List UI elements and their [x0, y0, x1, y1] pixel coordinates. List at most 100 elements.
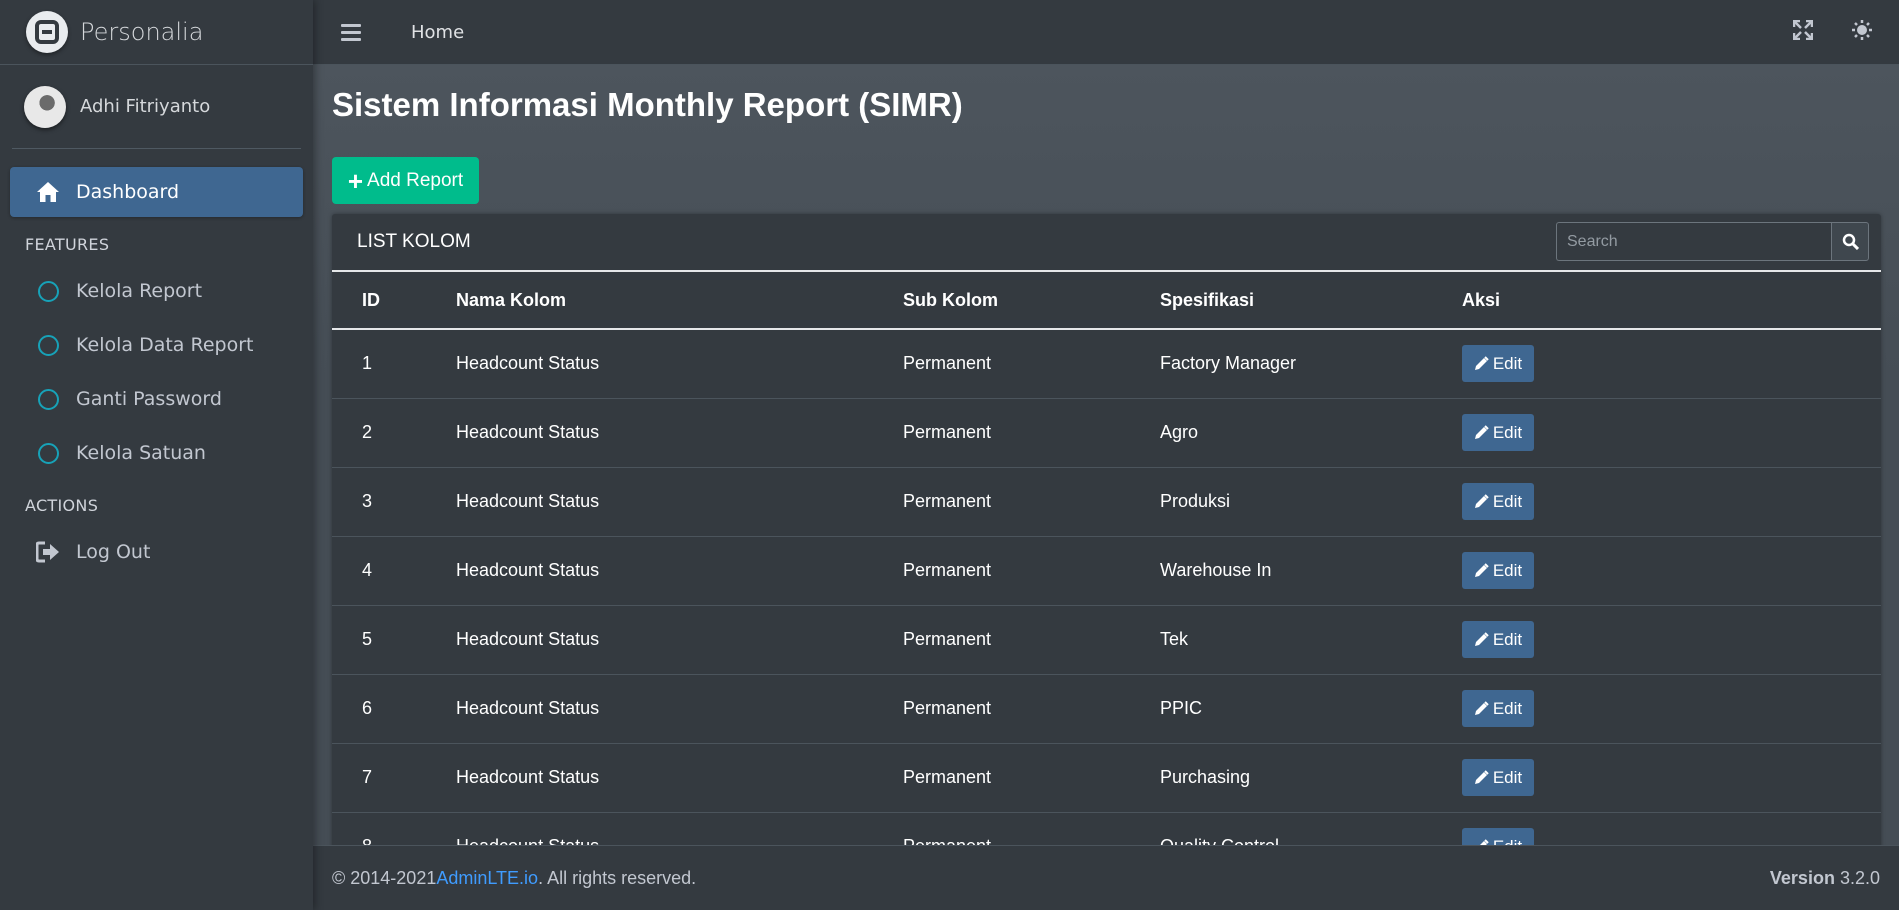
- nav-header-features: FEATURES: [25, 235, 110, 254]
- sidebar-item-kelola-report[interactable]: Kelola Report: [10, 266, 303, 316]
- cell-id: 5: [332, 605, 426, 675]
- fullscreen-icon[interactable]: [1792, 19, 1814, 46]
- edit-button[interactable]: Edit: [1462, 690, 1534, 727]
- cell-spesifikasi: Factory Manager: [1130, 329, 1432, 399]
- data-table: ID Nama Kolom Sub Kolom Spesifikasi Aksi…: [332, 272, 1881, 845]
- cell-aksi: Edit: [1432, 812, 1881, 845]
- cell-nama-kolom: Headcount Status: [426, 329, 873, 399]
- card-title: LIST KOLOM: [357, 231, 471, 252]
- sidebar-item-label: Kelola Data Report: [76, 334, 254, 356]
- sidebar: Personalia Adhi Fitriyanto Dashboard FEA…: [0, 0, 313, 910]
- edit-label: Edit: [1492, 560, 1523, 580]
- plus-icon: +: [347, 165, 364, 196]
- cell-nama-kolom: Headcount Status: [426, 674, 873, 744]
- sidebar-item-label: Ganti Password: [76, 388, 222, 410]
- table-row: 2 Headcount Status Permanent Agro Edit: [332, 398, 1881, 468]
- add-report-label: Add Report: [367, 169, 464, 191]
- theme-toggle-icon[interactable]: [1851, 19, 1873, 47]
- version-info: Version 3.2.0: [1770, 868, 1880, 889]
- cell-aksi: Edit: [1432, 329, 1881, 399]
- add-report-button[interactable]: + Add Report: [332, 157, 479, 204]
- cell-nama-kolom: Headcount Status: [426, 605, 873, 675]
- edit-button[interactable]: Edit: [1462, 759, 1534, 796]
- edit-label: Edit: [1492, 767, 1523, 787]
- adminlte-link[interactable]: AdminLTE.io: [436, 868, 538, 889]
- edit-button[interactable]: Edit: [1462, 621, 1534, 658]
- circle-icon: [34, 388, 62, 410]
- cell-id: 4: [332, 536, 426, 606]
- table-body: 1 Headcount Status Permanent Factory Manage…: [332, 329, 1881, 845]
- search-group: [1556, 222, 1869, 261]
- nav-link-home[interactable]: Home: [411, 22, 464, 43]
- cell-id: 2: [332, 398, 426, 468]
- top-right-controls: [1792, 0, 1873, 65]
- column-header-sub-kolom: Sub Kolom: [873, 272, 1130, 330]
- pencil-icon: [1474, 356, 1489, 371]
- column-header-nama-kolom: Nama Kolom: [426, 272, 873, 330]
- table-row: 6 Headcount Status Permanent PPIC Edit: [332, 674, 1881, 744]
- pencil-icon: [1474, 770, 1489, 784]
- edit-button[interactable]: Edit: [1462, 828, 1534, 845]
- cell-sub-kolom: Permanent: [873, 743, 1130, 813]
- cell-sub-kolom: Permanent: [873, 536, 1130, 606]
- column-header-spesifikasi: Spesifikasi: [1130, 272, 1432, 330]
- user-name[interactable]: Adhi Fitriyanto: [80, 96, 210, 117]
- edit-label: Edit: [1492, 629, 1523, 649]
- edit-label: Edit: [1492, 491, 1523, 511]
- cell-spesifikasi: Produksi: [1130, 467, 1432, 537]
- cell-id: 1: [332, 329, 426, 399]
- footer: © 2014-2021 AdminLTE.io . All rights res…: [313, 845, 1899, 910]
- cell-id: 8: [332, 812, 426, 845]
- pencil-icon: [1474, 425, 1489, 439]
- version-label: Version: [1769, 867, 1835, 888]
- sidebar-item-label: Kelola Report: [76, 280, 203, 302]
- cell-nama-kolom: Headcount Status: [426, 398, 873, 468]
- cell-id: 7: [332, 743, 426, 813]
- sidebar-item-label: Log Out: [76, 541, 151, 563]
- edit-button[interactable]: Edit: [1462, 552, 1534, 589]
- edit-button[interactable]: Edit: [1462, 345, 1534, 383]
- page-title: Sistem Informasi Monthly Report (SIMR): [332, 86, 963, 123]
- table-row: 1 Headcount Status Permanent Factory Manage…: [332, 329, 1881, 399]
- search-icon: [1842, 233, 1859, 250]
- search-input[interactable]: [1556, 222, 1831, 261]
- menu-toggle-icon[interactable]: [341, 23, 361, 41]
- sidebar-item-logout[interactable]: Log Out: [10, 527, 303, 577]
- cell-sub-kolom: Permanent: [873, 674, 1130, 744]
- cell-aksi: Edit: [1432, 536, 1881, 606]
- nav-header-actions: ACTIONS: [25, 496, 99, 515]
- cell-sub-kolom: Permanent: [873, 605, 1130, 675]
- user-panel[interactable]: Adhi Fitriyanto: [12, 65, 301, 149]
- cell-id: 3: [332, 467, 426, 537]
- edit-label: Edit: [1492, 353, 1523, 373]
- pencil-icon: [1474, 632, 1489, 646]
- brand-link[interactable]: Personalia: [0, 0, 313, 65]
- search-button[interactable]: [1831, 222, 1869, 261]
- cell-sub-kolom: Permanent: [873, 812, 1130, 845]
- sidebar-item-kelola-data-report[interactable]: Kelola Data Report: [10, 320, 303, 370]
- avatar: [24, 85, 66, 128]
- edit-label: Edit: [1492, 422, 1523, 442]
- sign-out-icon: [34, 541, 62, 563]
- cell-spesifikasi: Quality Control: [1130, 812, 1432, 845]
- cell-spesifikasi: Warehouse In: [1130, 536, 1432, 606]
- copyright-suffix: . All rights reserved.: [538, 867, 697, 888]
- brand-name: Personalia: [80, 18, 204, 46]
- table-row: 8Headcount StatusPermanentQuality Contro…: [332, 812, 1881, 845]
- version-value: 3.2.0: [1839, 867, 1880, 888]
- list-card: LIST KOLOM ID Nama Kolom Sub Kolom Spesi…: [332, 214, 1881, 845]
- copyright-prefix: © 2014-2021: [332, 867, 437, 888]
- edit-button[interactable]: Edit: [1462, 414, 1534, 451]
- sidebar-item-kelola-satuan[interactable]: Kelola Satuan: [10, 428, 303, 478]
- sidebar-item-dashboard[interactable]: Dashboard: [10, 167, 303, 217]
- edit-button[interactable]: Edit: [1462, 483, 1534, 520]
- cell-aksi: Edit: [1432, 743, 1881, 813]
- cell-sub-kolom: Permanent: [873, 398, 1130, 468]
- edit-label: Edit: [1492, 698, 1523, 718]
- sidebar-item-ganti-password[interactable]: Ganti Password: [10, 374, 303, 424]
- card-header: LIST KOLOM: [332, 214, 1881, 272]
- cell-sub-kolom: Permanent: [873, 329, 1130, 399]
- sidebar-nav: Dashboard FEATURES Kelola Report Kelola …: [0, 149, 313, 577]
- cell-sub-kolom: Permanent: [873, 467, 1130, 537]
- cell-spesifikasi: Purchasing: [1130, 743, 1432, 813]
